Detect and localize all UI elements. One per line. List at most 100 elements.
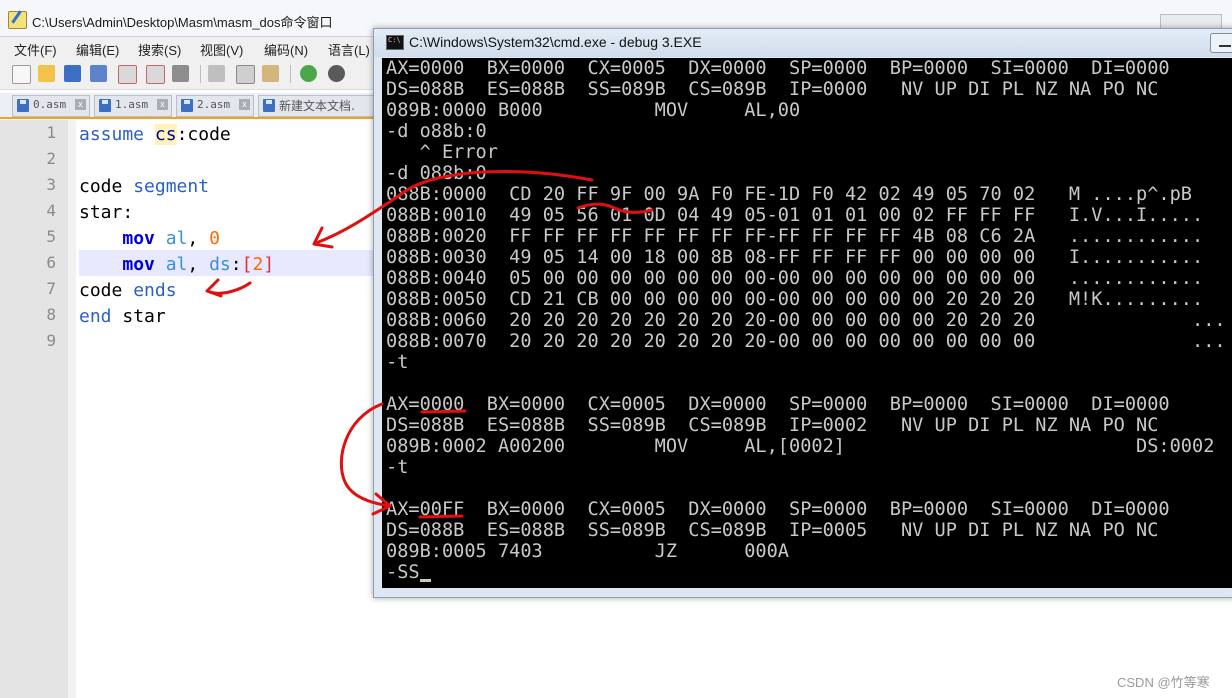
console-line: -t <box>386 457 409 478</box>
console-line: 089B:0005 7403 JZ 000A <box>386 541 789 562</box>
code-editor[interactable]: assume cs:code code segment star: mov al… <box>79 120 379 698</box>
console-line: AX=0000 BX=0000 CX=0005 DX=0000 SP=0000 … <box>386 394 1170 415</box>
console-line: AX=00FF BX=0000 CX=0005 DX=0000 SP=0000 … <box>386 499 1170 520</box>
cmd-title: C:\Windows\System32\cmd.exe - debug 3.EX… <box>409 34 702 50</box>
copy-icon[interactable] <box>236 65 255 84</box>
code-text: , <box>187 254 210 275</box>
text-cursor <box>420 579 431 582</box>
open-file-icon[interactable] <box>38 65 55 82</box>
tab-2-asm[interactable]: 2.asm x <box>176 95 254 117</box>
file-saved-icon <box>181 99 193 112</box>
tab-label: 1.asm <box>115 98 149 111</box>
code-line-3: code segment <box>79 174 379 200</box>
console-line: 088B:0060 20 20 20 20 20 20 20 20-00 00 … <box>386 310 1226 331</box>
code-text: star <box>111 306 166 327</box>
line-number: 5 <box>46 227 56 246</box>
new-file-icon[interactable] <box>12 65 31 84</box>
console-line: 089B:0000 B000 MOV AL,00 <box>386 100 801 121</box>
file-saved-icon <box>17 99 29 112</box>
redo-icon[interactable] <box>328 65 345 82</box>
code-text: :code <box>176 124 231 145</box>
menu-view[interactable]: 视图(V) <box>200 40 243 59</box>
line-number: 6 <box>46 253 56 272</box>
console-line: DS=088B ES=088B SS=089B CS=089B IP=0002 … <box>386 415 1159 436</box>
bracket: ] <box>263 254 275 275</box>
fold-margin <box>68 120 76 698</box>
console-line: -SS <box>386 562 420 583</box>
bracket: [ <box>241 254 253 275</box>
tab-new-text-document[interactable]: 新建文本文档. <box>258 95 380 117</box>
line-number: 3 <box>46 175 56 194</box>
menu-file[interactable]: 文件(F) <box>14 40 57 59</box>
console-line: 089B:0002 A00200 MOV AL,[0002] DS:0002 <box>386 436 1215 457</box>
save-all-icon[interactable] <box>90 65 107 82</box>
console-line: 088B:0070 20 20 20 20 20 20 20 20-00 00 … <box>386 331 1226 352</box>
notepad-app-icon <box>8 11 27 29</box>
code-line-7: code ends <box>79 278 379 304</box>
undo-icon[interactable] <box>300 65 317 82</box>
console-output[interactable]: AX=0000 BX=0000 CX=0005 DX=0000 SP=0000 … <box>382 58 1232 588</box>
console-line: ^ Error <box>386 142 498 163</box>
menu-encoding[interactable]: 编码(N) <box>264 40 308 59</box>
code-line-8: end star <box>79 304 379 330</box>
menu-language[interactable]: 语言(L) <box>328 40 370 59</box>
mov-instruction: mov <box>122 228 155 249</box>
minimize-button[interactable] <box>1210 33 1232 53</box>
console-line: 088B:0010 49 05 56 01 0D 04 49 05-01 01 … <box>386 205 1204 226</box>
print-icon[interactable] <box>172 65 189 82</box>
code-line-4: star: <box>79 200 379 226</box>
line-number: 7 <box>46 279 56 298</box>
console-line: -d 088b:0 <box>386 163 487 184</box>
segment-keyword: segment <box>133 176 210 197</box>
watermark: CSDN @竹等寒 <box>1117 675 1210 690</box>
line-number: 9 <box>46 331 56 350</box>
console-line: DS=088B ES=088B SS=089B CS=089B IP=0005 … <box>386 520 1159 541</box>
close-icon[interactable]: x <box>157 99 168 110</box>
immediate-value: 0 <box>209 228 220 249</box>
file-saved-icon <box>99 99 111 112</box>
close-file-icon[interactable] <box>118 65 137 84</box>
tab-label: 0.asm <box>33 98 67 111</box>
console-line: -d o88b:0 <box>386 121 487 142</box>
cut-icon[interactable] <box>208 65 225 82</box>
ends-keyword: ends <box>133 280 177 301</box>
menu-search[interactable]: 搜索(S) <box>138 40 181 59</box>
assume-keyword: assume <box>79 124 145 145</box>
code-line-6: mov al, ds:[2] <box>79 252 379 278</box>
console-line: DS=088B ES=088B SS=089B CS=089B IP=0000 … <box>386 79 1159 100</box>
console-line: 088B:0030 49 05 14 00 18 00 8B 08-FF FF … <box>386 247 1204 268</box>
offset-value: 2 <box>252 254 264 275</box>
console-line: AX=0000 BX=0000 CX=0005 DX=0000 SP=0000 … <box>386 58 1170 79</box>
toolbar-separator <box>200 65 201 83</box>
code-line-5: mov al, 0 <box>79 226 379 252</box>
line-number: 2 <box>46 149 56 168</box>
editor-title: C:\Users\Admin\Desktop\Masm\masm_dos命令窗口 <box>32 15 333 30</box>
code-text: , <box>187 228 210 249</box>
menu-edit[interactable]: 编辑(E) <box>76 40 119 59</box>
line-number: 1 <box>46 123 56 142</box>
tab-0-asm[interactable]: 0.asm x <box>12 95 90 117</box>
console-line: 088B:0000 CD 20 FF 9F 00 9A F0 FE-1D F0 … <box>386 184 1192 205</box>
register: al <box>165 228 188 249</box>
console-line: 088B:0040 05 00 00 00 00 00 00 00-00 00 … <box>386 268 1204 289</box>
cmd-debug-window: C:\Windows\System32\cmd.exe - debug 3.EX… <box>373 28 1232 598</box>
label-text: star: <box>79 202 134 223</box>
line-number: 8 <box>46 305 56 324</box>
code-text: code <box>79 176 134 197</box>
end-keyword: end <box>79 306 112 327</box>
close-icon[interactable]: x <box>239 99 250 110</box>
toolbar-separator <box>290 65 291 83</box>
line-number: 4 <box>46 201 56 220</box>
cmd-title-bar[interactable]: C:\Windows\System32\cmd.exe - debug 3.EX… <box>374 29 1232 57</box>
tab-label: 2.asm <box>197 98 231 111</box>
close-all-icon[interactable] <box>146 65 165 84</box>
segment-register: cs <box>154 124 177 145</box>
close-icon[interactable]: x <box>75 99 86 110</box>
cmd-icon <box>386 35 404 50</box>
mov-instruction: mov <box>122 254 155 275</box>
save-icon[interactable] <box>64 65 81 82</box>
tab-label: 新建文本文档. <box>279 99 355 113</box>
paste-icon[interactable] <box>262 65 279 82</box>
code-text: : <box>230 254 242 275</box>
tab-1-asm[interactable]: 1.asm x <box>94 95 172 117</box>
